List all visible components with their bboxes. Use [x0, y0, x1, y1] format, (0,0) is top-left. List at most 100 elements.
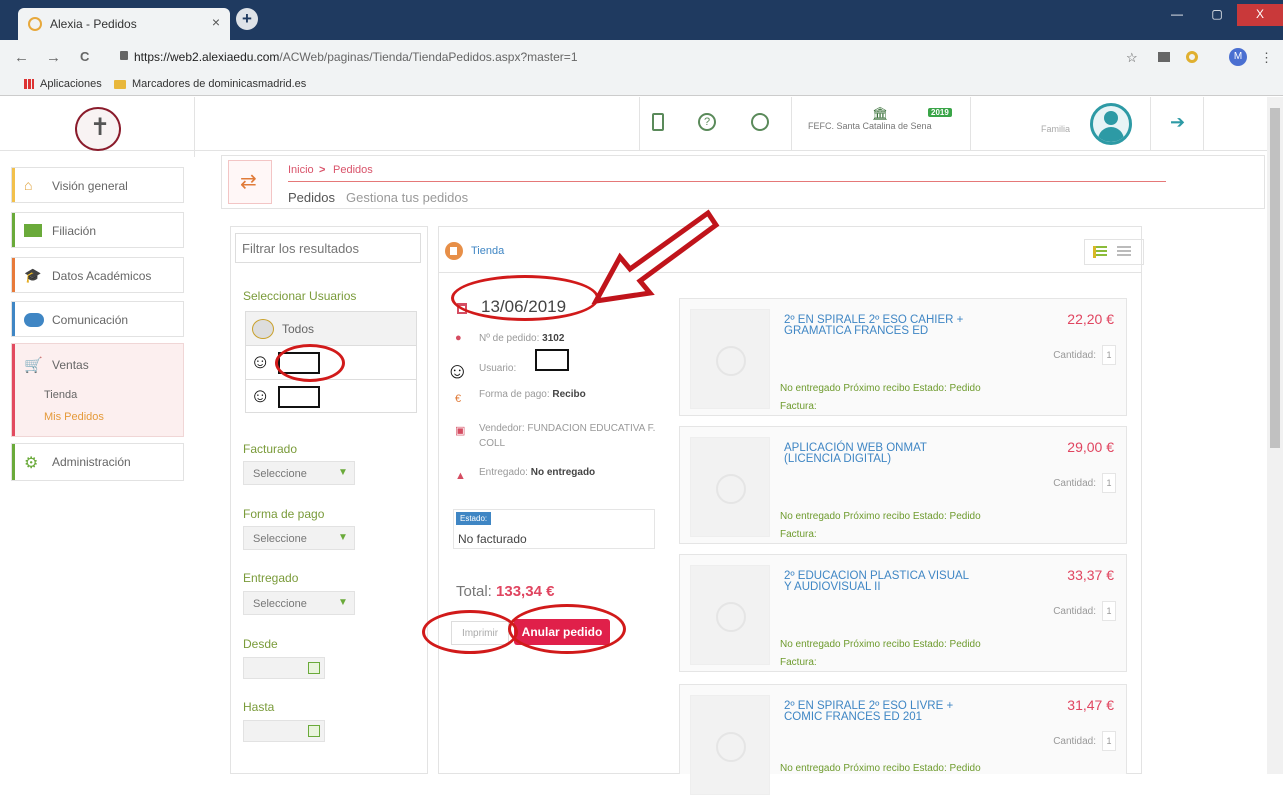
school-name[interactable]: FEFC. Santa Catalina de Sena [808, 121, 932, 131]
delivery-row: Entregado: No entregado [479, 467, 595, 478]
product-card[interactable]: APLICACIÓN WEB ONMAT (LICENCIA DIGITAL) 2… [679, 426, 1127, 544]
lock-icon [120, 51, 128, 60]
group-icon [252, 319, 274, 339]
compact-view-icon[interactable] [1117, 246, 1131, 258]
sidebar-item-ventas[interactable]: 🛒 Ventas Tienda Mis Pedidos [11, 343, 184, 437]
quantity-label: Cantidad: [1053, 350, 1096, 361]
delivery-label: Entregado: [479, 467, 528, 478]
sidebar-item-vision-general[interactable]: ⌂ Visión general [11, 167, 184, 203]
extension-2-icon[interactable] [1186, 51, 1198, 63]
new-tab-button[interactable]: + [236, 8, 258, 30]
browser-tab[interactable]: Alexia - Pedidos × [18, 8, 230, 40]
page-title: Pedidos [288, 190, 335, 205]
product-card[interactable]: 2º EDUCACION PLASTICA VISUAL Y AUDIOVISUA… [679, 554, 1127, 672]
seller-text: Vendedor: FUNDACION EDUCATIVA F. COLL [479, 421, 659, 451]
breadcrumb-home-link[interactable]: Inicio [288, 164, 314, 176]
scrollbar-thumb[interactable] [1270, 108, 1280, 448]
user-option[interactable]: ☺ [246, 380, 416, 414]
entregado-select[interactable]: Seleccione ▼ [243, 591, 355, 615]
close-window-button[interactable]: X [1237, 4, 1283, 26]
tab-close-button[interactable]: × [212, 14, 220, 30]
extension-icon[interactable] [1158, 52, 1170, 62]
product-card[interactable]: 2º EN SPIRALE 2º ESO LIVRE + COMIC FRANCE… [679, 684, 1127, 795]
product-price: 33,37 € [1067, 567, 1114, 583]
url-field[interactable]: https://web2.alexiaedu.com/ACWeb/paginas… [112, 45, 1152, 69]
back-button[interactable]: ← [14, 49, 29, 66]
smiley-icon: ☺ [446, 358, 469, 383]
user-option-all[interactable]: Todos [246, 312, 416, 346]
tag-icon: ● [455, 332, 462, 344]
history-icon[interactable] [751, 113, 769, 131]
chat-icon [24, 313, 44, 327]
profile-avatar[interactable]: M [1229, 48, 1247, 66]
seller-line-2: COLL [479, 438, 506, 449]
browser-titlebar: Alexia - Pedidos × + — ▢ X [0, 0, 1283, 40]
breadcrumb-current[interactable]: Pedidos [333, 164, 373, 176]
forward-button[interactable]: → [46, 49, 61, 66]
product-status: No entregado Próximo recibo Estado: Pedi… [780, 763, 981, 774]
tablet-icon[interactable] [652, 113, 664, 131]
users-filter-label: Seleccionar Usuarios [243, 289, 357, 303]
list-view-icon[interactable] [1093, 246, 1107, 258]
product-price: 22,20 € [1067, 311, 1114, 327]
usuario-label: Usuario: [479, 363, 517, 374]
tab-tienda[interactable]: Tienda [439, 227, 1144, 273]
product-card[interactable]: 2º EN SPIRALE 2º ESO CAHIER + GRAMATICA F… [679, 298, 1127, 416]
reload-button[interactable]: C [80, 49, 89, 64]
sidebar-item-filiacion[interactable]: Filiación [11, 212, 184, 248]
bookmark-star-icon[interactable]: ☆ [1126, 50, 1138, 66]
desde-label: Desde [243, 637, 278, 651]
sidebar-subitem-tienda[interactable]: Tienda [44, 389, 77, 401]
delivery-icon: ▲ [455, 470, 466, 482]
header-divider [1203, 97, 1204, 151]
product-name[interactable]: 2º EDUCACION PLASTICA VISUAL Y AUDIOVISUA… [784, 570, 1024, 593]
invoice-label: Factura: [780, 529, 817, 540]
sidebar-item-label: Administración [52, 455, 131, 469]
minimize-button[interactable]: — [1157, 4, 1197, 26]
sidebar-item-comunicacion[interactable]: Comunicación [11, 301, 184, 337]
seller-icon: ▣ [455, 425, 466, 437]
view-toggle[interactable] [1084, 239, 1144, 265]
quantity-label: Cantidad: [1053, 478, 1096, 489]
school-logo [75, 107, 121, 151]
facturado-select[interactable]: Seleccione ▼ [243, 461, 355, 485]
browser-menu-icon[interactable]: ⋮ [1260, 50, 1273, 66]
quantity-value: 1 [1102, 473, 1116, 493]
product-price: 29,00 € [1067, 439, 1114, 455]
bookmark-apps[interactable]: Aplicaciones [40, 78, 102, 90]
calendar-icon[interactable] [308, 662, 320, 674]
status-box: Estado: No facturado [453, 509, 655, 549]
sidebar-item-datos-academicos[interactable]: 🎓 Datos Académicos [11, 257, 184, 293]
delivery-value: No entregado [530, 467, 596, 478]
help-icon[interactable]: ? [698, 113, 716, 131]
bookmark-dominicas[interactable]: Marcadores de dominicasmadrid.es [132, 78, 306, 90]
forma-pago-select[interactable]: Seleccione ▼ [243, 526, 355, 550]
gears-icon: ⚙ [24, 455, 39, 472]
smiley-icon: ☺ [250, 351, 271, 373]
logout-icon[interactable]: ➔ [1170, 112, 1185, 133]
url-path: /ACWeb/paginas/Tienda/TiendaPedidos.aspx… [279, 50, 578, 64]
breadcrumb-separator: > [319, 164, 326, 176]
desde-date-input[interactable] [243, 657, 325, 679]
id-card-icon [24, 224, 42, 237]
user-avatar[interactable] [1090, 103, 1132, 145]
annotation-circle-cancel [508, 604, 626, 654]
dropdown-arrow-icon: ▼ [338, 597, 348, 608]
sidebar-subitem-mis-pedidos[interactable]: Mis Pedidos [44, 411, 104, 423]
product-name[interactable]: 2º EN SPIRALE 2º ESO CAHIER + GRAMATICA F… [784, 314, 1024, 337]
folder-icon [114, 80, 126, 89]
product-name[interactable]: APLICACIÓN WEB ONMAT (LICENCIA DIGITAL) [784, 442, 1024, 465]
invoice-label: Factura: [780, 657, 817, 668]
hasta-date-input[interactable] [243, 720, 325, 742]
page-subtitle: Gestiona tus pedidos [346, 190, 469, 205]
order-number: 3102 [542, 333, 565, 344]
maximize-button[interactable]: ▢ [1197, 4, 1237, 26]
sidebar-item-administracion[interactable]: ⚙ Administración [11, 443, 184, 481]
product-price: 31,47 € [1067, 697, 1114, 713]
calendar-icon[interactable] [308, 725, 320, 737]
hasta-label: Hasta [243, 700, 275, 714]
status-badge: Estado: [456, 512, 492, 525]
filter-search-input[interactable] [235, 233, 421, 263]
product-name[interactable]: 2º EN SPIRALE 2º ESO LIVRE + COMIC FRANCE… [784, 700, 1024, 723]
breadcrumb-underline [288, 181, 1166, 182]
